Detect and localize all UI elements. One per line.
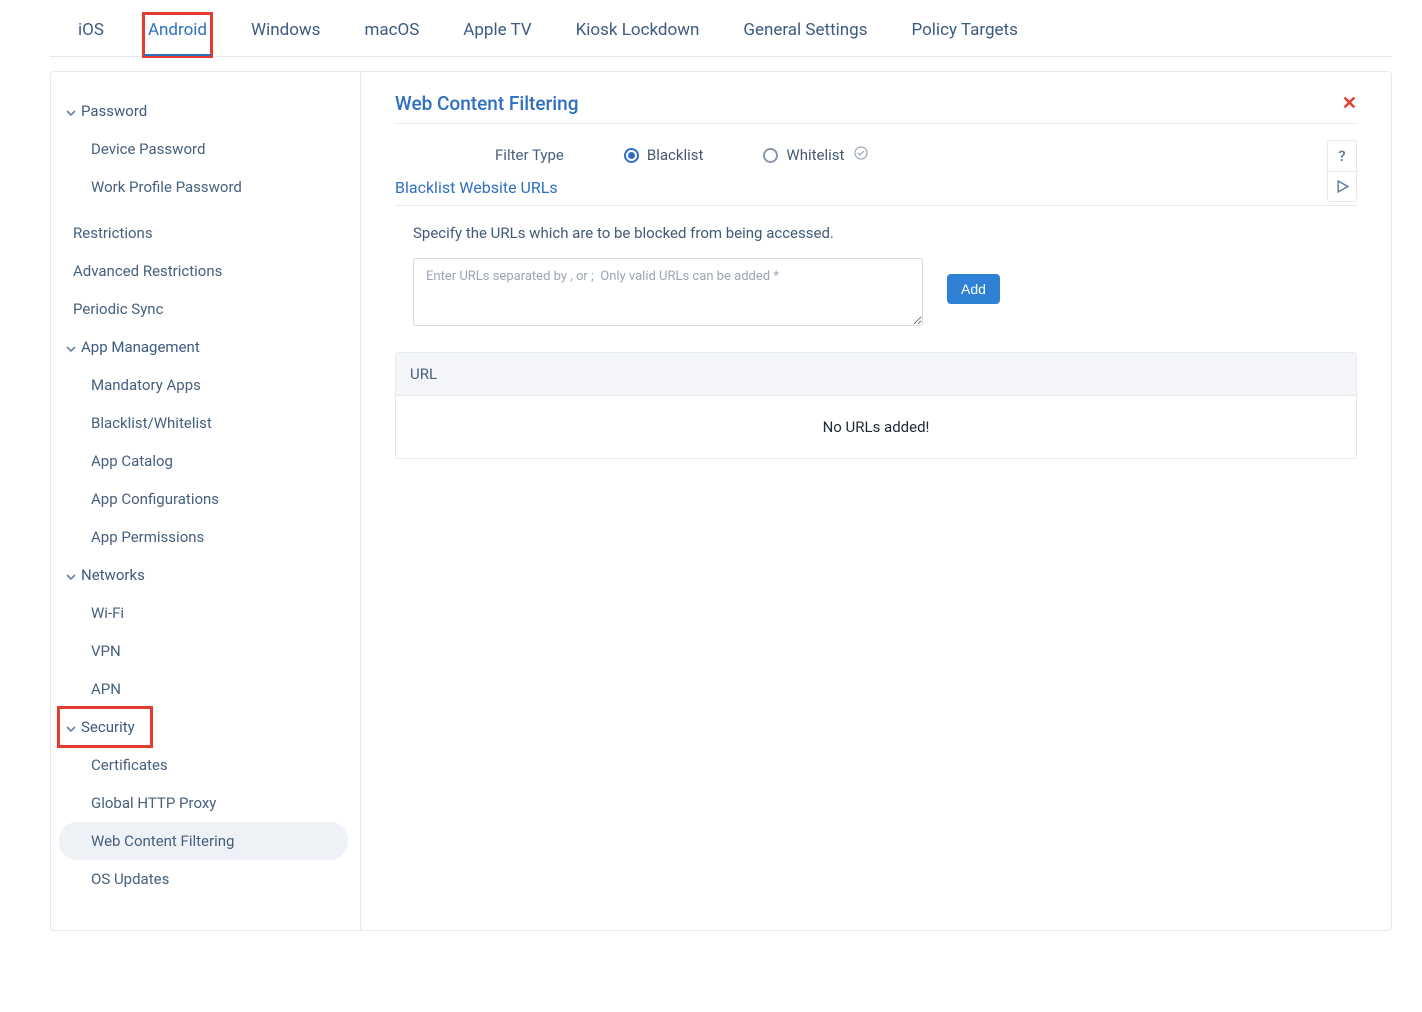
tab-general-settings[interactable]: General Settings bbox=[739, 14, 871, 56]
filter-whitelist-radio[interactable]: Whitelist bbox=[763, 146, 868, 164]
sidebar-item-device-password[interactable]: Device Password bbox=[59, 130, 348, 168]
tab-android[interactable]: Android bbox=[144, 14, 211, 56]
sidebar-item-app-permissions[interactable]: App Permissions bbox=[59, 518, 348, 556]
sidebar-item-vpn[interactable]: VPN bbox=[59, 632, 348, 670]
blacklist-urls-description: Specify the URLs which are to be blocked… bbox=[395, 206, 1357, 258]
url-input[interactable] bbox=[413, 258, 923, 326]
sidebar-item-periodic-sync[interactable]: Periodic Sync bbox=[59, 290, 348, 328]
sidebar-group-label: Password bbox=[81, 102, 147, 120]
sidebar-group-label: App Management bbox=[81, 338, 200, 356]
tab-ios[interactable]: iOS bbox=[74, 14, 108, 56]
sidebar-item-os-updates[interactable]: OS Updates bbox=[59, 860, 348, 898]
chevron-down-icon bbox=[65, 105, 77, 117]
radio-label: Whitelist bbox=[786, 146, 844, 164]
sidebar-item-advanced-restrictions[interactable]: Advanced Restrictions bbox=[59, 252, 348, 290]
url-column-header: URL bbox=[396, 353, 1356, 396]
help-rail: ? bbox=[1327, 140, 1357, 202]
sidebar-item-apn[interactable]: APN bbox=[59, 670, 348, 708]
play-icon[interactable] bbox=[1328, 171, 1356, 201]
policy-sidebar: Password Device Password Work Profile Pa… bbox=[51, 72, 361, 930]
sidebar-item-app-configurations[interactable]: App Configurations bbox=[59, 480, 348, 518]
close-icon[interactable]: ✕ bbox=[1342, 93, 1357, 114]
sidebar-group-label: Security bbox=[81, 718, 135, 736]
sidebar-group-password[interactable]: Password bbox=[59, 92, 348, 130]
radio-unchecked-icon bbox=[763, 148, 778, 163]
sidebar-item-work-profile-password[interactable]: Work Profile Password bbox=[59, 168, 348, 206]
chevron-down-icon bbox=[65, 569, 77, 581]
sidebar-item-global-http-proxy[interactable]: Global HTTP Proxy bbox=[59, 784, 348, 822]
radio-label: Blacklist bbox=[647, 146, 704, 164]
tab-policy-targets[interactable]: Policy Targets bbox=[907, 14, 1021, 56]
radio-checked-icon bbox=[624, 148, 639, 163]
sidebar-group-app-management[interactable]: App Management bbox=[59, 328, 348, 366]
sidebar-group-security[interactable]: Security bbox=[59, 708, 151, 746]
verified-icon bbox=[854, 146, 868, 164]
add-button[interactable]: Add bbox=[947, 274, 1000, 304]
url-table: URL No URLs added! bbox=[395, 352, 1357, 459]
page-title: Web Content Filtering bbox=[395, 92, 578, 115]
sidebar-item-wifi[interactable]: Wi-Fi bbox=[59, 594, 348, 632]
sidebar-group-networks[interactable]: Networks bbox=[59, 556, 348, 594]
help-icon[interactable]: ? bbox=[1328, 141, 1356, 171]
tab-windows[interactable]: Windows bbox=[247, 14, 324, 56]
sidebar-item-mandatory-apps[interactable]: Mandatory Apps bbox=[59, 366, 348, 404]
chevron-down-icon bbox=[65, 341, 77, 353]
platform-tabs: iOS Android Windows macOS Apple TV Kiosk… bbox=[50, 0, 1392, 57]
sidebar-item-web-content-filtering[interactable]: Web Content Filtering bbox=[59, 822, 348, 860]
filter-blacklist-radio[interactable]: Blacklist bbox=[624, 146, 704, 164]
sidebar-item-certificates[interactable]: Certificates bbox=[59, 746, 348, 784]
sidebar-item-app-catalog[interactable]: App Catalog bbox=[59, 442, 348, 480]
chevron-down-icon bbox=[65, 721, 77, 733]
sidebar-item-blacklist-whitelist[interactable]: Blacklist/Whitelist bbox=[59, 404, 348, 442]
tab-macos[interactable]: macOS bbox=[360, 14, 423, 56]
url-table-empty-message: No URLs added! bbox=[396, 396, 1356, 458]
blacklist-urls-heading: Blacklist Website URLs bbox=[395, 178, 1357, 206]
filter-type-label: Filter Type bbox=[495, 146, 564, 164]
main-panel: Web Content Filtering ✕ ? Filter Type Bl… bbox=[361, 72, 1391, 930]
sidebar-group-label: Networks bbox=[81, 566, 145, 584]
sidebar-item-restrictions[interactable]: Restrictions bbox=[59, 214, 348, 252]
tab-kiosk-lockdown[interactable]: Kiosk Lockdown bbox=[572, 14, 704, 56]
tab-apple-tv[interactable]: Apple TV bbox=[459, 14, 535, 56]
